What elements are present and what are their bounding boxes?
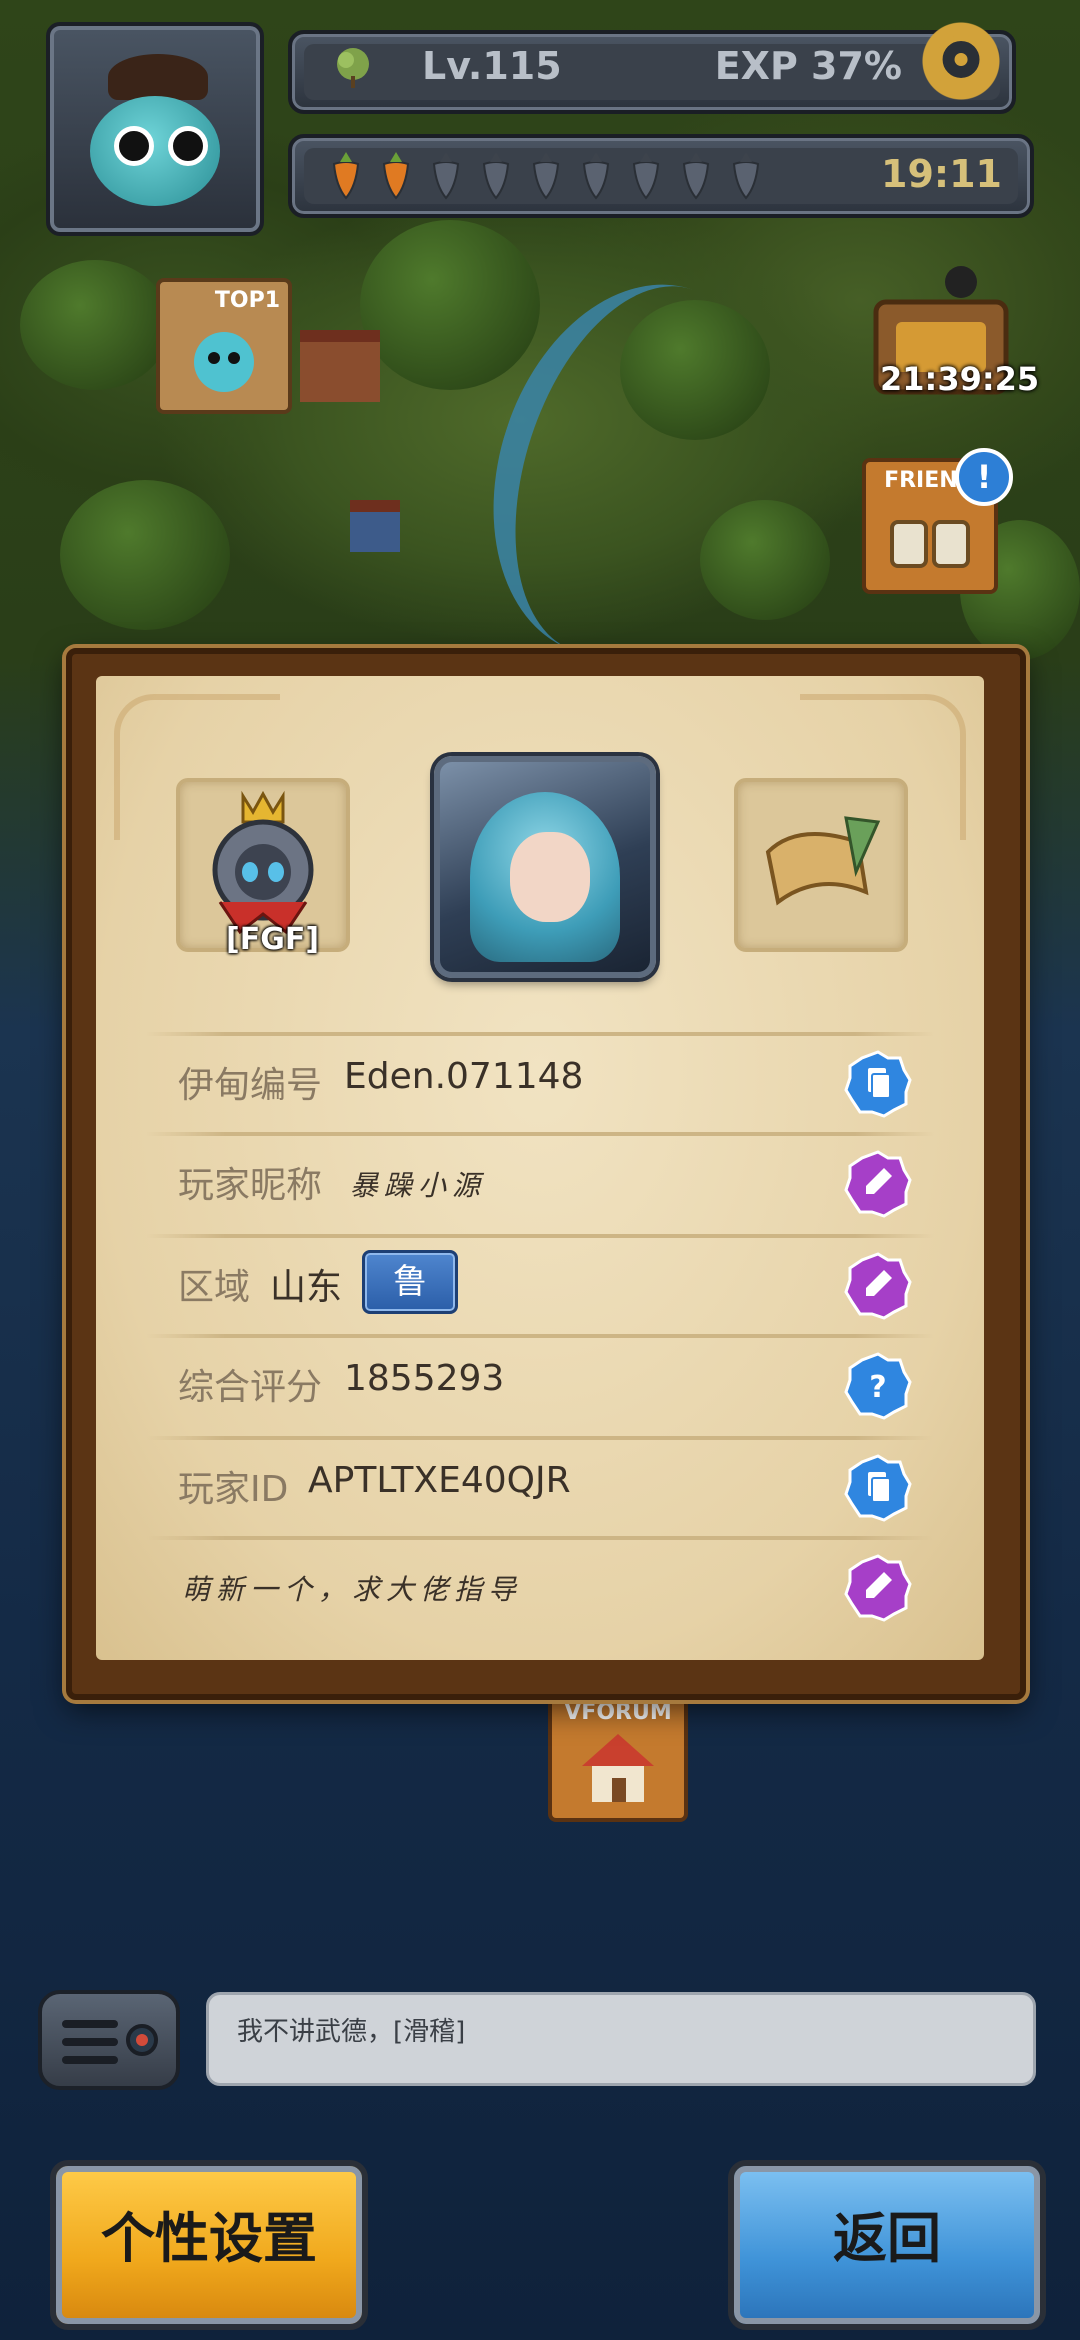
- level-leaf-icon: [337, 48, 369, 88]
- stamina-carrot-icon: [576, 150, 616, 200]
- tree: [700, 500, 830, 620]
- exp-text: EXP 37%: [714, 44, 902, 88]
- leaderboard-sign[interactable]: TOP1: [156, 278, 292, 414]
- scroll-quill-icon: [765, 816, 881, 906]
- copy-button[interactable]: [844, 1050, 912, 1118]
- leaderboard-mascot-icon: [194, 332, 254, 392]
- avatar-eye: [168, 126, 208, 166]
- info-label: 综合评分: [178, 1367, 323, 1408]
- stamina-carrot-icon: [626, 150, 666, 200]
- tree: [60, 480, 230, 630]
- copy-icon: [844, 1050, 912, 1118]
- edit-button[interactable]: [844, 1554, 912, 1622]
- stamina-carrot-icon: [476, 150, 516, 200]
- info-value: 萌新一个，求大佬指导: [182, 1573, 523, 1606]
- scroll-slot[interactable]: [734, 778, 908, 952]
- info-value: APTLTXE40QJR: [308, 1460, 571, 1501]
- chest-timer: 21:39:25: [880, 360, 1040, 398]
- stamina-carrot-icon: [326, 150, 366, 200]
- row-divider: [146, 1536, 934, 1540]
- house: [300, 330, 380, 402]
- player-portrait[interactable]: [434, 756, 656, 978]
- friends-mugs-icon: [890, 520, 970, 568]
- stamina-timer: 19:11: [881, 152, 1002, 196]
- svg-text:?: ?: [869, 1370, 886, 1405]
- info-value: 1855293: [344, 1358, 505, 1399]
- tree: [360, 220, 540, 390]
- edit-button[interactable]: [844, 1252, 912, 1320]
- player-avatar[interactable]: [46, 22, 264, 236]
- copy-button[interactable]: [844, 1454, 912, 1522]
- edit-button[interactable]: [844, 1150, 912, 1218]
- info-value: Eden.071148: [344, 1056, 584, 1097]
- vforum-sign-label: VFORUM: [564, 1700, 672, 1725]
- edit-icon: [844, 1554, 912, 1622]
- row-divider: [146, 1132, 934, 1136]
- help-button[interactable]: ?: [844, 1352, 912, 1420]
- info-value: 山东: [270, 1267, 343, 1308]
- personal-settings-button[interactable]: 个性设置: [50, 2160, 368, 2330]
- leaderboard-sign-label: TOP1: [214, 288, 280, 313]
- level-text: Lv.115: [422, 44, 562, 88]
- vforum-house-icon: [582, 1734, 654, 1802]
- stamina-carrot-icon: [676, 150, 716, 200]
- avatar-hat: [108, 54, 208, 100]
- info-label: 区域: [178, 1267, 251, 1308]
- info-label: 伊甸编号: [178, 1065, 323, 1106]
- info-value: 暴躁小源: [350, 1169, 487, 1202]
- row-divider: [146, 1234, 934, 1238]
- row-divider: [146, 1334, 934, 1338]
- info-label: 玩家ID: [178, 1469, 289, 1510]
- edit-icon: [844, 1150, 912, 1218]
- tree: [620, 300, 770, 440]
- level-bar: Lv.115 EXP 37%: [288, 30, 1016, 114]
- settings-gear-icon[interactable]: ⚙: [918, 18, 1004, 104]
- stamina-carrot-icon: [526, 150, 566, 200]
- help-icon: ?: [844, 1352, 912, 1420]
- copy-icon: [844, 1454, 912, 1522]
- stamina-carrot-icon: [726, 150, 766, 200]
- row-divider: [146, 1436, 934, 1440]
- back-button[interactable]: 返回: [728, 2160, 1046, 2330]
- info-label: 玩家昵称: [178, 1165, 323, 1206]
- chat-message: 我不讲武德，[滑稽]: [237, 2017, 466, 2047]
- row-divider: [146, 1032, 934, 1036]
- radio-icon: [62, 2020, 158, 2064]
- chat-radio-icon[interactable]: [38, 1990, 180, 2090]
- stamina-carrot-icon: [376, 150, 416, 200]
- avatar-eye: [114, 126, 154, 166]
- tree: [20, 260, 170, 390]
- vforum-sign[interactable]: VFORUM: [548, 1690, 688, 1822]
- stamina-carrot-icon: [426, 150, 466, 200]
- edit-icon: [844, 1252, 912, 1320]
- guild-tag: [FGF]: [226, 922, 320, 957]
- friends-alert-badge: !: [955, 448, 1013, 506]
- house: [350, 500, 400, 552]
- region-badge: 鲁: [362, 1250, 458, 1314]
- portrait-face: [510, 832, 590, 922]
- chat-bubble[interactable]: 我不讲武德，[滑稽]: [206, 1992, 1036, 2086]
